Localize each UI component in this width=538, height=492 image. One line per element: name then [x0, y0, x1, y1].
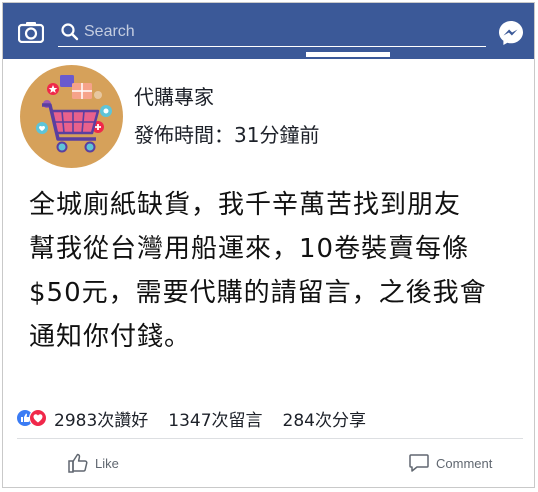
shopping-cart-icon	[36, 75, 112, 153]
comment-icon	[409, 454, 429, 472]
comment-button-label: Comment	[436, 455, 493, 471]
love-reaction-icon	[29, 409, 47, 427]
top-navigation-bar	[3, 3, 534, 59]
post-text-line: 全城廁紙缺貨，我千辛萬苦找到朋友	[29, 190, 462, 220]
camera-button[interactable]	[17, 21, 45, 43]
comments-count[interactable]: 1347次留言	[168, 406, 262, 431]
shares-count[interactable]: 284次分享	[283, 406, 366, 431]
post-text-line: 通知你付錢。	[29, 322, 192, 352]
likes-count[interactable]: 2983次讚好	[54, 406, 148, 431]
active-tab-indicator	[306, 52, 390, 57]
post-text-line: $50元，需要代購的請留言，之後我會	[29, 278, 487, 308]
post-timestamp[interactable]: 發佈時間：31分鐘前	[134, 119, 319, 148]
camera-icon	[18, 22, 44, 43]
like-button-label: Like	[95, 455, 119, 471]
post-text: 全城廁紙缺貨，我千辛萬苦找到朋友 幫我從台灣用船運來，10卷裝賣每條 $50元，…	[29, 183, 509, 359]
post-text-line: 幫我從台灣用船運來，10卷裝賣每條	[29, 234, 470, 264]
search-icon	[61, 23, 79, 41]
thumbs-up-icon	[68, 453, 88, 473]
facebook-post-frame: 代購專家 發佈時間：31分鐘前 全城廁紙缺貨，我千辛萬苦找到朋友 幫我從台灣用船…	[2, 2, 535, 488]
reaction-icons[interactable]	[16, 409, 50, 427]
comment-button[interactable]: Comment	[408, 450, 492, 476]
like-button[interactable]: Like	[67, 450, 119, 476]
page-name[interactable]: 代購專家	[134, 81, 214, 110]
reactions-summary: 2983次讚好 1347次留言 284次分享	[16, 405, 386, 431]
page-avatar[interactable]	[20, 65, 123, 168]
search-input[interactable]	[84, 19, 474, 45]
action-divider	[17, 438, 523, 439]
search-bar	[58, 17, 486, 47]
messenger-button[interactable]	[498, 20, 524, 46]
messenger-icon	[499, 21, 523, 45]
